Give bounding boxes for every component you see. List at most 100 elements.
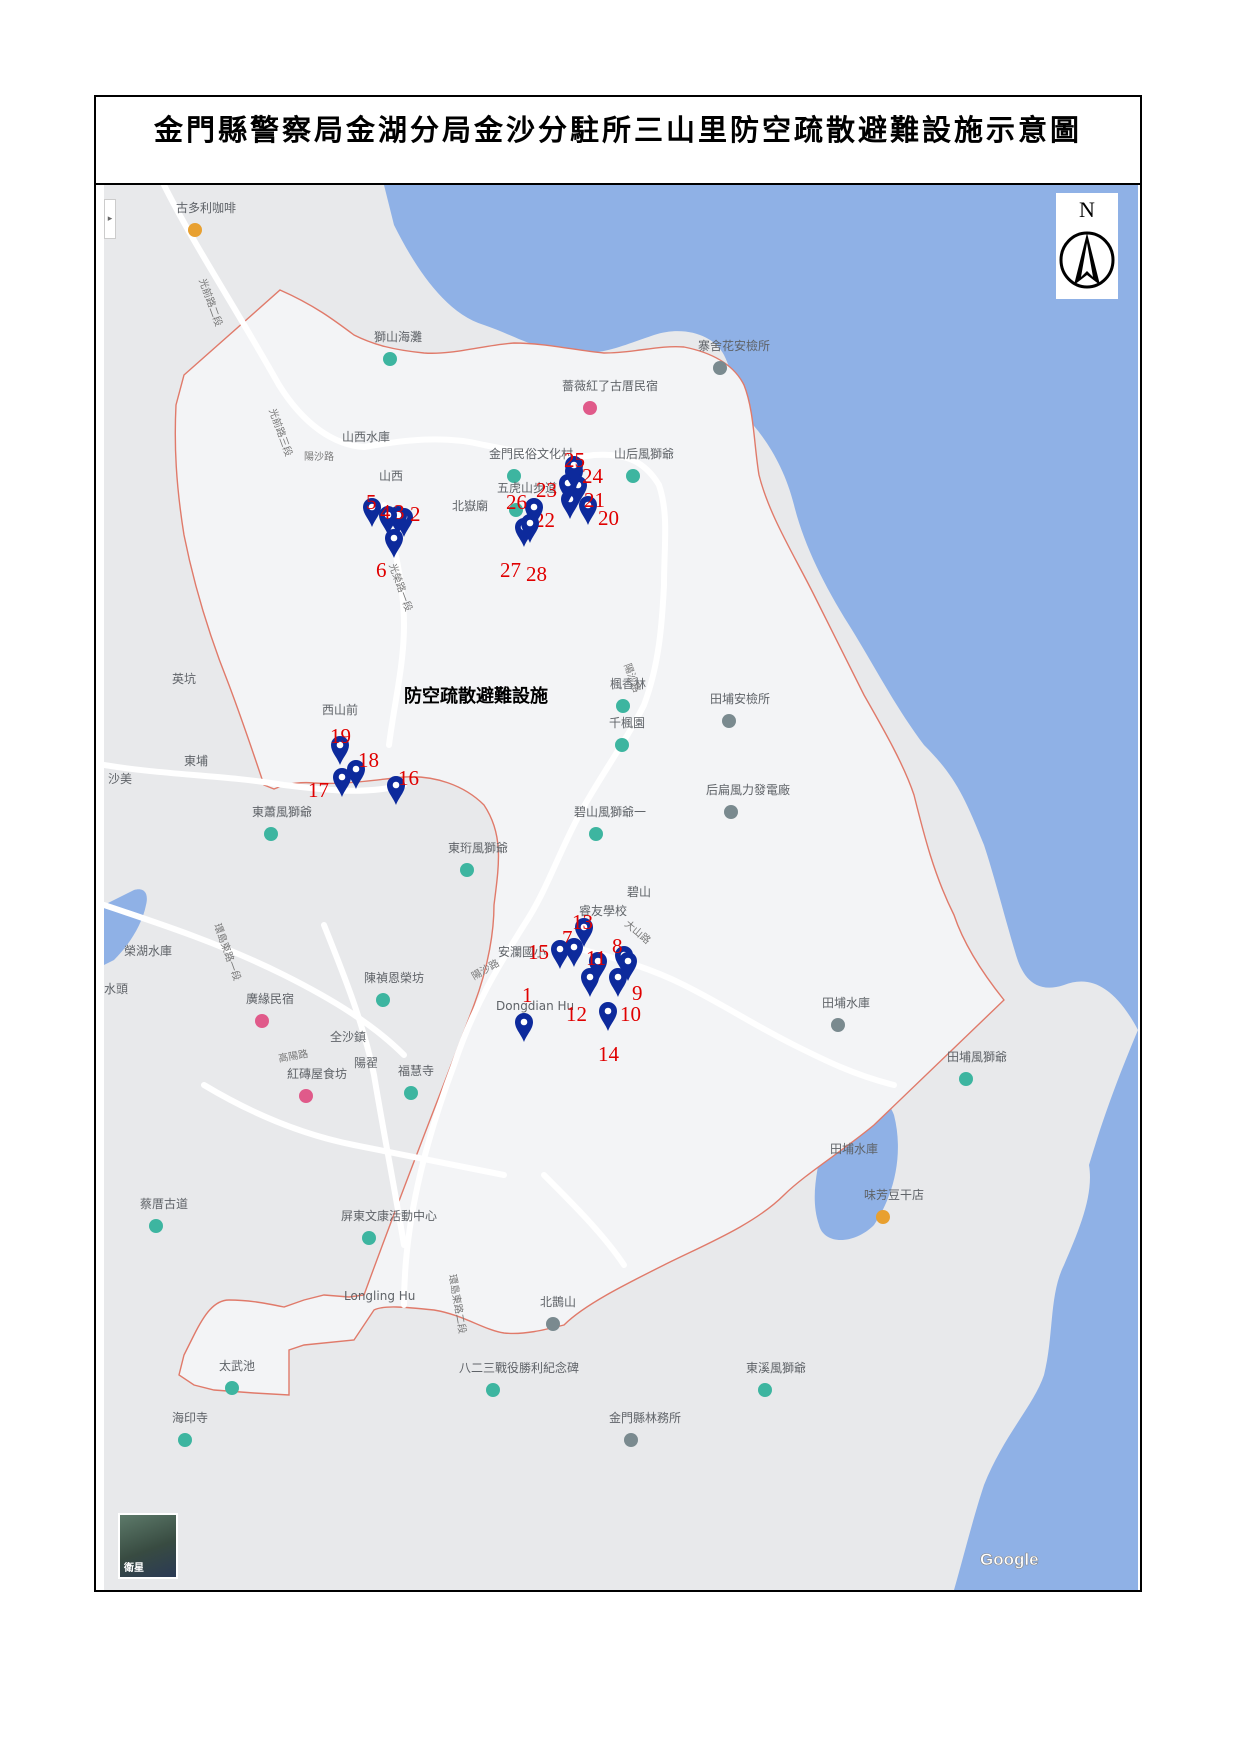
shelter-number-1: 1: [522, 983, 533, 1007]
shelter-number-10: 10: [620, 1002, 641, 1026]
place-label-p18[interactable]: 東蕭風獅爺: [252, 805, 312, 819]
place-label-p31[interactable]: 田埔風獅爺: [947, 1050, 1007, 1064]
poi-marker-icon[interactable]: [299, 1089, 313, 1103]
place-label-p28[interactable]: 廣緣民宿: [246, 991, 294, 1006]
place-label-p33[interactable]: 陽翟: [354, 1056, 378, 1070]
place-label-p16[interactable]: 東埔: [184, 754, 208, 768]
poi-marker-icon[interactable]: [722, 714, 736, 728]
poi-marker-icon[interactable]: [589, 827, 603, 841]
google-attribution: Google: [980, 1550, 1039, 1569]
shelter-number-11: 11: [586, 946, 606, 970]
place-label-p40[interactable]: 太武池: [219, 1358, 255, 1373]
road-label-r3: 陽沙路: [304, 450, 334, 463]
place-label-p26[interactable]: Dongdian Hu: [496, 999, 574, 1013]
place-label-p38[interactable]: Longling Hu: [344, 1289, 415, 1303]
shelter-number-21: 21: [584, 488, 605, 512]
poi-marker-icon[interactable]: [831, 1018, 845, 1032]
shelter-number-23: 23: [536, 478, 557, 502]
poi-marker-icon[interactable]: [404, 1086, 418, 1100]
poi-marker-icon[interactable]: [876, 1210, 890, 1224]
map-svg: 古多利咖啡獅山海灘寨舍花安檢所薔薇紅了古厝民宿山西水庫金門民俗文化村 山后風獅爺山…: [104, 185, 1138, 1590]
place-label-p4[interactable]: 薔薇紅了古厝民宿: [562, 378, 658, 393]
title-box: 金門縣警察局金湖分局金沙分駐所三山里防空疏散避難設施示意圖: [96, 97, 1140, 185]
place-label-p30[interactable]: 田埔水庫: [822, 996, 870, 1010]
poi-marker-icon[interactable]: [460, 863, 474, 877]
shelter-number-8: 8: [612, 934, 623, 958]
place-label-p44[interactable]: 金門縣林務所: [609, 1410, 681, 1425]
place-label-p15[interactable]: 田埔安檢所: [710, 691, 770, 706]
poi-marker-icon[interactable]: [616, 699, 630, 713]
sea-southeast: [954, 1030, 1138, 1590]
place-label-p42[interactable]: 東溪風獅爺: [746, 1361, 806, 1375]
place-label-p3[interactable]: 寨舍花安檢所: [698, 338, 770, 353]
shelter-number-27: 27: [500, 558, 521, 582]
poi-marker-icon[interactable]: [255, 1014, 269, 1028]
poi-marker-icon[interactable]: [383, 352, 397, 366]
place-label-p34[interactable]: 福慧寺: [398, 1063, 434, 1078]
poi-marker-icon[interactable]: [624, 1433, 638, 1447]
place-label-p20[interactable]: 碧山風獅爺一: [574, 805, 646, 819]
place-label-p19[interactable]: 后扁風力發電廠: [706, 782, 790, 797]
place-label-p14[interactable]: 千楓園: [609, 715, 645, 730]
poi-marker-icon[interactable]: [376, 993, 390, 1007]
place-label-p7[interactable]: 山后風獅爺: [614, 447, 674, 461]
place-label-p2[interactable]: 獅山海灘: [374, 329, 422, 344]
place-label-p29[interactable]: 全沙鎮: [330, 1029, 366, 1044]
poi-marker-icon[interactable]: [225, 1381, 239, 1395]
place-label-p32[interactable]: 紅磚屋食坊: [287, 1066, 347, 1081]
place-label-p5[interactable]: 山西水庫: [342, 430, 390, 444]
area-label: 防空疏散避難設施: [404, 685, 548, 707]
place-label-p21[interactable]: 東珩風獅爺: [448, 841, 508, 855]
shelter-number-6: 6: [376, 558, 387, 582]
shelter-number-5: 5: [366, 490, 377, 514]
poi-marker-icon[interactable]: [546, 1317, 560, 1331]
poi-marker-icon[interactable]: [486, 1383, 500, 1397]
place-label-p1[interactable]: 古多利咖啡: [176, 200, 236, 215]
shelter-number-16: 16: [398, 766, 419, 790]
place-label-p35[interactable]: 味芳豆干店: [864, 1188, 924, 1202]
poi-marker-icon[interactable]: [583, 401, 597, 415]
poi-marker-icon[interactable]: [264, 827, 278, 841]
road-label-r9: 高陽路: [277, 1047, 309, 1065]
north-letter: N: [1079, 197, 1095, 222]
place-label-p43[interactable]: 海印寺: [172, 1410, 208, 1425]
shelter-number-19: 19: [330, 724, 351, 748]
place-label-p45[interactable]: 榮湖水庫: [124, 943, 172, 958]
poi-marker-icon[interactable]: [713, 361, 727, 375]
shelter-number-12: 12: [566, 1002, 587, 1026]
side-panel-toggle[interactable]: ▸: [104, 199, 116, 239]
shelter-number-4: 4: [380, 500, 391, 524]
poi-marker-icon[interactable]: [626, 469, 640, 483]
poi-marker-icon[interactable]: [188, 223, 202, 237]
place-label-p6[interactable]: 金門民俗文化村: [489, 446, 573, 461]
place-label-p36[interactable]: 蔡厝古道: [140, 1196, 188, 1211]
satellite-toggle[interactable]: 衛星: [118, 1513, 178, 1579]
poi-marker-icon[interactable]: [758, 1383, 772, 1397]
poi-marker-icon[interactable]: [178, 1433, 192, 1447]
poi-marker-icon[interactable]: [724, 805, 738, 819]
map-canvas[interactable]: 古多利咖啡獅山海灘寨舍花安檢所薔薇紅了古厝民宿山西水庫金門民俗文化村 山后風獅爺山…: [104, 185, 1138, 1590]
place-label-p9[interactable]: 北嶽廟: [452, 498, 488, 513]
shelter-number-15: 15: [528, 940, 549, 964]
place-label-p11[interactable]: 英坑: [172, 671, 196, 686]
place-label-p46[interactable]: 田埔水庫: [830, 1142, 878, 1156]
shelter-number-18: 18: [358, 748, 379, 772]
shelter-number-28: 28: [526, 562, 547, 586]
place-label-p8[interactable]: 山西: [379, 469, 403, 483]
map-frame: 金門縣警察局金湖分局金沙分駐所三山里防空疏散避難設施示意圖 古多利咖啡 獅山海灘…: [94, 95, 1142, 1592]
poi-marker-icon[interactable]: [149, 1219, 163, 1233]
place-label-p27[interactable]: 水頭: [104, 982, 128, 996]
place-label-p37[interactable]: 屏東文康活動中心: [341, 1208, 437, 1223]
poi-marker-icon[interactable]: [615, 738, 629, 752]
place-label-p12[interactable]: 西山前: [322, 702, 358, 717]
poi-marker-icon[interactable]: [959, 1072, 973, 1086]
shelter-number-14: 14: [598, 1042, 620, 1066]
place-label-p25[interactable]: 陳禎恩榮坊: [364, 970, 424, 985]
poi-marker-icon[interactable]: [362, 1231, 376, 1245]
place-label-p39[interactable]: 北鵲山: [540, 1295, 576, 1309]
place-label-p22[interactable]: 碧山: [627, 885, 651, 899]
place-label-p17[interactable]: 沙美: [108, 772, 132, 786]
compass-icon: [1059, 231, 1115, 289]
shelter-number-2: 2: [410, 502, 421, 526]
place-label-p41[interactable]: 八二三戰役勝利紀念碑: [459, 1360, 579, 1375]
